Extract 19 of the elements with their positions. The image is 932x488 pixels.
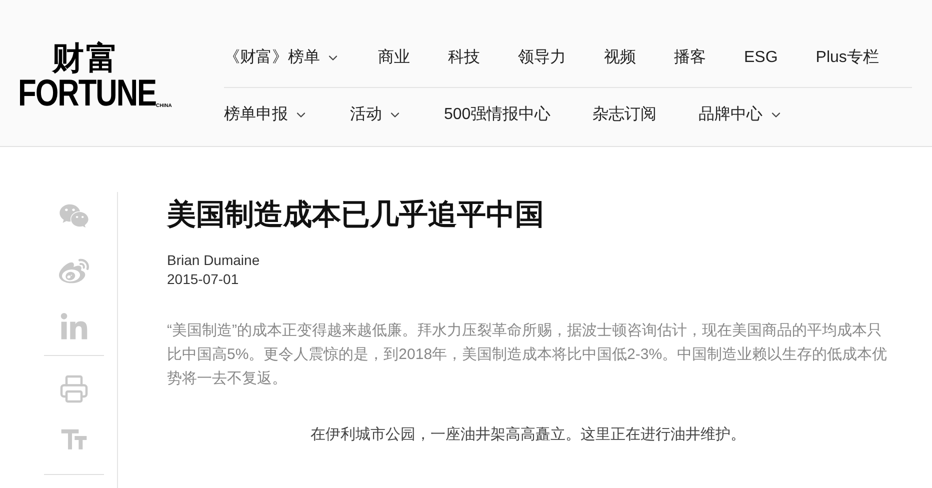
- nav-link[interactable]: Plus专栏: [816, 46, 879, 70]
- nav-link[interactable]: 科技: [448, 46, 480, 70]
- nav-link[interactable]: 播客: [674, 46, 706, 70]
- nav-link[interactable]: 榜单申报: [224, 103, 308, 127]
- nav-link[interactable]: 《财富》榜单: [224, 46, 340, 70]
- nav-link[interactable]: 品牌中心: [698, 103, 783, 127]
- article-title: 美国制造成本已几乎追平中国: [167, 198, 545, 233]
- nav-link[interactable]: 领导力: [518, 46, 566, 70]
- author-name[interactable]: Brian Dumaine: [167, 251, 260, 270]
- nav-link[interactable]: 500强情报中心: [444, 103, 551, 127]
- nav-link[interactable]: 视频: [604, 46, 636, 70]
- printer-icon[interactable]: [59, 374, 89, 404]
- article-summary: “美国制造”的成本正变得越来越低廉。拜水力压裂革命所赐，据波士顿咨询估计，现在美国商品的平均成本只比中国高5%。更令人震惊的是，到2018年，美国制造成本将比中国低2-3%。中国制造业赖以生存的低成本优势将一去不复返。: [167, 321, 888, 389]
- nav-link[interactable]: 活动: [350, 103, 402, 127]
- nav-link[interactable]: 商业: [378, 46, 410, 70]
- nav-link[interactable]: ESG: [744, 46, 778, 70]
- publish-date: 2015-07-01: [167, 270, 239, 289]
- nav-link[interactable]: 杂志订阅: [592, 103, 657, 127]
- image-caption: 在伊利城市公园，一座油井架高高矗立。这里正在进行油井维护。: [310, 425, 746, 445]
